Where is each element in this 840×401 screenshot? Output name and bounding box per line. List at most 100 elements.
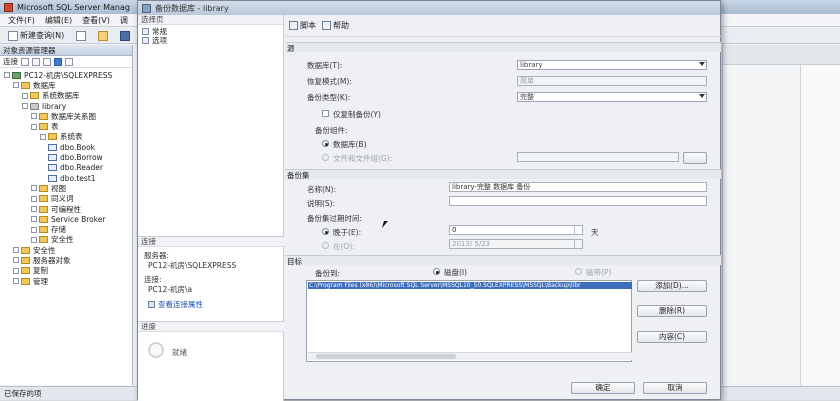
expand-toggle-icon[interactable] <box>40 144 46 150</box>
tree-node[interactable]: 安全性 <box>0 245 132 255</box>
expand-toggle-icon[interactable] <box>4 72 10 79</box>
expand-toggle-icon[interactable] <box>31 185 37 192</box>
expire-after-label: 晚于(E): <box>333 228 362 237</box>
contents-button[interactable]: 内容(C) <box>637 331 707 343</box>
backup-name-input[interactable]: library-完整 数据库 备份 <box>449 182 707 192</box>
open-folder-button[interactable] <box>94 30 112 42</box>
tree-node[interactable]: 系统表 <box>0 132 132 142</box>
component-database-label: 数据库(B) <box>333 140 367 149</box>
menu-edit[interactable]: 编辑(E) <box>45 15 72 26</box>
destination-item[interactable]: C:\Program Files (x86)\Microsoft SQL Ser… <box>308 282 632 289</box>
tree-node[interactable]: dbo.Reader <box>0 163 132 173</box>
connect-button[interactable]: 连接 <box>3 56 18 67</box>
expand-toggle-icon[interactable] <box>40 175 46 181</box>
tree-node-label: 表 <box>51 122 59 132</box>
spinner-icon[interactable] <box>574 225 582 235</box>
tree-node[interactable]: 视图 <box>0 183 132 193</box>
refresh-icon[interactable] <box>65 57 73 66</box>
disk-radio[interactable] <box>433 268 440 275</box>
expand-toggle-icon[interactable] <box>13 257 19 264</box>
expire-date-input[interactable]: 2013/ 5/23 <box>449 239 583 249</box>
tree-node[interactable]: 系统数据库 <box>0 91 132 101</box>
expire-days-input[interactable]: 0 <box>449 225 583 235</box>
page-icon <box>142 28 149 35</box>
database-select[interactable]: library <box>517 60 707 70</box>
tree-node[interactable]: dbo.Borrow <box>0 152 132 162</box>
folder-icon <box>98 30 109 41</box>
tree-node[interactable]: dbo.test1 <box>0 173 132 183</box>
connection-label: 连接: <box>144 275 162 284</box>
expand-toggle-icon[interactable] <box>31 195 37 202</box>
tree-node[interactable]: 数据库关系图 <box>0 111 132 121</box>
component-files-radio[interactable] <box>322 154 329 161</box>
object-explorer-toolbar: 连接 <box>0 56 132 68</box>
menu-debug[interactable]: 调 <box>120 15 128 26</box>
remove-button[interactable]: 删除(R) <box>637 305 707 317</box>
add-button[interactable]: 添加(D)... <box>637 280 707 292</box>
expand-toggle-icon[interactable] <box>31 216 37 223</box>
expand-toggle-icon[interactable] <box>13 278 19 285</box>
description-input[interactable] <box>449 196 707 206</box>
tree-node[interactable]: 可编程性 <box>0 204 132 214</box>
stop-icon[interactable] <box>43 57 51 66</box>
expire-after-radio[interactable] <box>322 228 329 235</box>
tree-node[interactable]: 服务器对象 <box>0 255 132 265</box>
view-connection-properties-link[interactable]: 查看连接属性 <box>138 299 284 310</box>
component-database-radio[interactable] <box>322 140 329 147</box>
expand-toggle-icon[interactable] <box>31 236 37 243</box>
menu-view[interactable]: 查看(V) <box>82 15 110 26</box>
connect-icon[interactable] <box>21 57 29 66</box>
destination-list[interactable]: C:\Program Files (x86)\Microsoft SQL Ser… <box>306 280 633 362</box>
files-field <box>517 152 679 162</box>
table-icon <box>48 174 57 182</box>
database-icon <box>30 102 39 110</box>
backup-type-select[interactable]: 完整 <box>517 92 707 102</box>
copy-only-checkbox[interactable] <box>322 110 329 117</box>
expand-toggle-icon[interactable] <box>40 165 46 171</box>
tree-node[interactable]: dbo.Book <box>0 142 132 152</box>
expand-toggle-icon[interactable] <box>40 155 46 161</box>
page-options[interactable]: 选项 <box>142 36 283 45</box>
new-query-button[interactable]: 新建查询(N) <box>4 30 68 42</box>
expand-toggle-icon[interactable] <box>31 113 37 120</box>
expand-toggle-icon[interactable] <box>13 247 19 254</box>
disconnect-icon[interactable] <box>32 57 40 66</box>
expand-toggle-icon[interactable] <box>13 267 19 274</box>
tree-node[interactable]: 同义词 <box>0 194 132 204</box>
page-list: 常规 选项 <box>138 25 283 45</box>
new-file-button[interactable] <box>72 30 90 42</box>
tape-radio[interactable] <box>575 268 582 275</box>
tree-node[interactable]: 数据库 <box>0 80 132 90</box>
calendar-dropdown-icon[interactable] <box>574 239 582 249</box>
ok-button[interactable]: 确定 <box>571 382 635 394</box>
tree-node[interactable]: 管理 <box>0 276 132 286</box>
script-button[interactable]: 脚本 <box>289 20 316 31</box>
expand-toggle-icon[interactable] <box>13 82 19 89</box>
tree-node[interactable]: 复制 <box>0 266 132 276</box>
tree-node[interactable]: 存储 <box>0 224 132 234</box>
expand-toggle-icon[interactable] <box>22 103 28 110</box>
new-query-label: 新建查询(N) <box>20 31 65 40</box>
cancel-button[interactable]: 取消 <box>643 382 707 394</box>
scrollbar-thumb[interactable] <box>316 354 456 359</box>
tree-node[interactable]: PC12-机房\SQLEXPRESS <box>0 70 132 80</box>
tree-node[interactable]: 安全性 <box>0 235 132 245</box>
browse-files-button[interactable] <box>683 152 707 164</box>
expire-on-radio[interactable] <box>322 242 329 249</box>
horizontal-scrollbar[interactable] <box>308 352 633 360</box>
expand-toggle-icon[interactable] <box>40 133 46 140</box>
help-button[interactable]: 帮助 <box>322 20 349 31</box>
filter-icon[interactable] <box>54 57 62 66</box>
expand-toggle-icon[interactable] <box>31 206 37 212</box>
expand-toggle-icon[interactable] <box>31 123 37 130</box>
tree-node[interactable]: 表 <box>0 121 132 131</box>
expand-toggle-icon[interactable] <box>31 226 37 233</box>
tree-node[interactable]: library <box>0 101 132 111</box>
expand-toggle-icon[interactable] <box>22 92 28 99</box>
connection-header: 连接 <box>138 237 284 247</box>
source-group-header: 源 <box>285 42 721 53</box>
tree-node[interactable]: Service Broker <box>0 214 132 224</box>
save-button[interactable] <box>116 30 134 42</box>
menu-file[interactable]: 文件(F) <box>8 15 35 26</box>
name-label: 名称(N): <box>307 185 336 194</box>
